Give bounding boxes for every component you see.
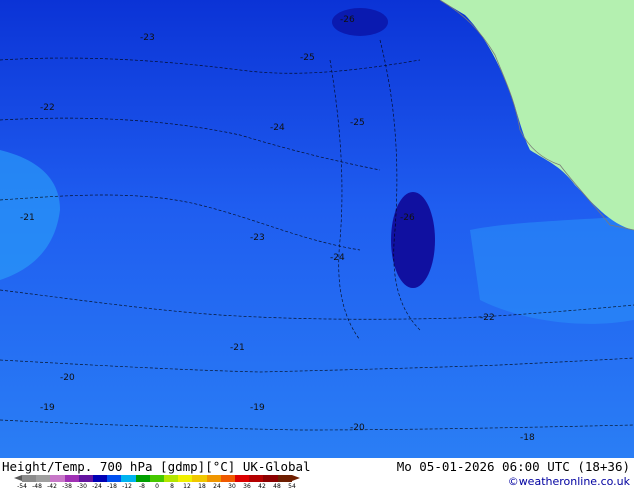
contour-label: -19 <box>250 403 265 413</box>
scale-label: -30 <box>77 483 87 490</box>
scale-segment <box>277 475 292 482</box>
scale-segment <box>164 475 179 482</box>
scale-segment <box>192 475 207 482</box>
color-scale: -54 -48 -42 -38 -30 -24 -18 -12 -8 0 8 12 18 24 30 36 42… <box>2 475 302 490</box>
scale-arrow-right-icon <box>292 475 300 481</box>
contour-label: -26 <box>400 213 415 223</box>
source-credit[interactable]: ©weatheronline.co.uk <box>508 475 630 488</box>
contour-label: -20 <box>60 373 75 383</box>
contour-label: -25 <box>300 53 315 63</box>
scale-segment <box>50 475 65 482</box>
scale-label: -8 <box>139 483 145 490</box>
scale-label: -18 <box>107 483 117 490</box>
contour-label: -22 <box>480 313 495 323</box>
contour-label: -23 <box>250 233 265 243</box>
scale-label: 18 <box>198 483 206 490</box>
scale-segment <box>107 475 122 482</box>
contour-label: -21 <box>20 213 35 223</box>
scale-segment <box>206 475 221 482</box>
contour-label: -20 <box>350 423 365 433</box>
map-datetime: Mo 05-01-2026 06:00 UTC (18+36) <box>396 459 630 474</box>
contour-label: -24 <box>270 123 285 133</box>
scale-label: 8 <box>170 483 174 490</box>
scale-label: 30 <box>228 483 236 490</box>
scale-label: 36 <box>243 483 251 490</box>
scale-segment <box>121 475 136 482</box>
contour-label: -26 <box>340 15 355 25</box>
scale-segment <box>93 475 108 482</box>
scale-label: -42 <box>47 483 57 490</box>
scale-segment <box>149 475 165 482</box>
scale-bar <box>22 475 292 482</box>
scale-label: -38 <box>62 483 72 490</box>
contour-label: -25 <box>350 118 365 128</box>
scale-label: -12 <box>122 483 132 490</box>
scale-arrow-left-icon <box>14 475 22 481</box>
scale-segment <box>263 475 278 482</box>
scale-label: -24 <box>92 483 102 490</box>
scale-segment <box>220 475 236 482</box>
scale-label: -48 <box>32 483 42 490</box>
scale-segment <box>64 475 79 482</box>
scale-label: 48 <box>273 483 281 490</box>
map-footer: Height/Temp. 700 hPa [gdmp][°C] UK-Globa… <box>0 458 634 490</box>
contour-label: -21 <box>230 343 245 353</box>
scale-label: -54 <box>17 483 27 490</box>
scale-label: 0 <box>155 483 159 490</box>
cold-core-center <box>391 192 435 288</box>
scale-segment <box>135 475 150 482</box>
contour-label: -23 <box>140 33 155 43</box>
scale-segment <box>22 475 37 482</box>
scale-label: 42 <box>258 483 266 490</box>
scale-label: 24 <box>213 483 221 490</box>
contour-label: -19 <box>40 403 55 413</box>
scale-segment <box>178 475 193 482</box>
scale-segment <box>36 475 51 482</box>
contour-label: -22 <box>40 103 55 113</box>
contour-label: -18 <box>520 433 535 443</box>
scale-segment <box>249 475 264 482</box>
scale-label: 54 <box>288 483 296 490</box>
scale-segment <box>235 475 250 482</box>
contour-label: -24 <box>330 253 345 263</box>
temperature-map: -26 -26 -25 -25 -24 -24 -23 -23 -22 -22 … <box>0 0 634 458</box>
map-caption: Height/Temp. 700 hPa [gdmp][°C] UK-Globa… <box>2 459 311 474</box>
scale-segment <box>78 475 94 482</box>
scale-label: 12 <box>183 483 191 490</box>
